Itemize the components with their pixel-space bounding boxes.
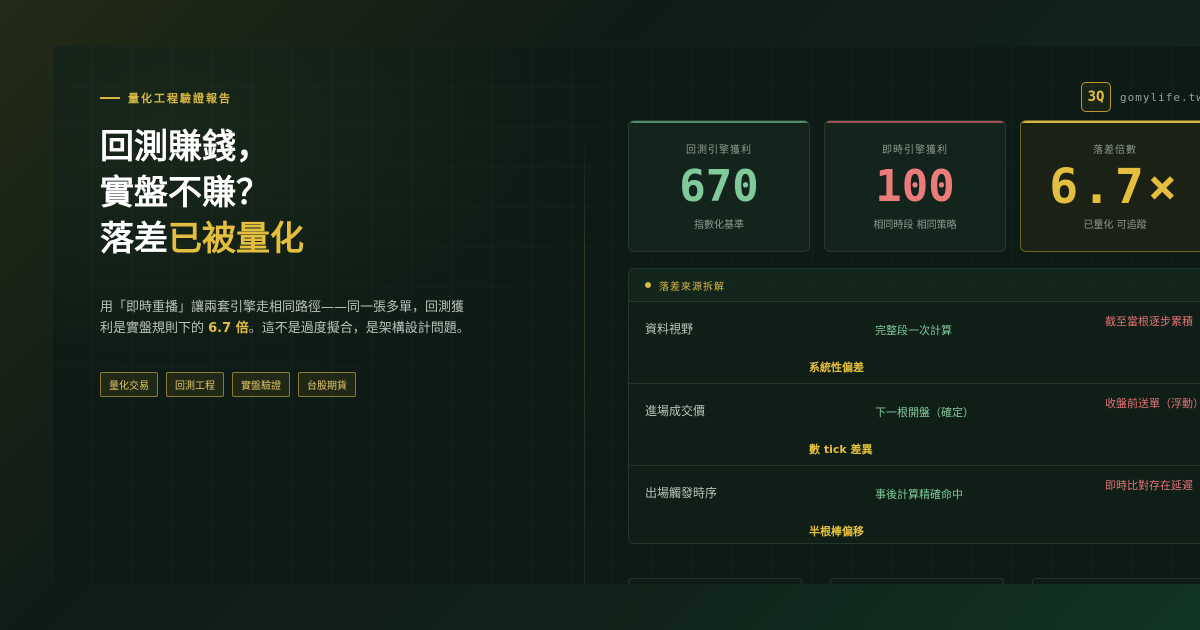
- eyebrow-text: 量化工程驗證報告: [128, 92, 232, 105]
- row-live: 即時比對存在延遲: [1105, 479, 1193, 492]
- stat-value: 670: [679, 161, 759, 212]
- tag-tw-futures: 台股期貨: [298, 372, 356, 397]
- brand-logo: 3Q gomylife.tw: [1081, 82, 1200, 112]
- headline: 回測賺錢， 實盤不賺？ 落差已被量化: [100, 124, 304, 262]
- tag-live-validation: 實盤驗證: [232, 372, 290, 397]
- eyebrow-dash: [100, 97, 120, 99]
- stat-card-backtest: 回測引擎獲利 670 指數化基準: [628, 120, 810, 252]
- row-diff: 半根棒偏移: [809, 525, 864, 538]
- stat-accent-bar: [1021, 121, 1200, 123]
- stat-label: 落差倍數: [1093, 145, 1137, 156]
- row-label: 進場成交價: [645, 404, 706, 418]
- headline-line-3-accent: 已被量化: [168, 219, 304, 259]
- description-part-2: 。這不是過度擬合，是架構設計問題。: [248, 321, 470, 336]
- table-row: 出場觸發時序 事後計算精確命中 即時比對存在延遲 半根棒偏移: [629, 466, 1200, 543]
- breakdown-header: 落差來源拆解: [629, 269, 1200, 302]
- row-diff: 數 tick 差異: [809, 443, 873, 456]
- stat-label: 即時引擎獲利: [882, 145, 948, 156]
- stat-sub: 指數化基準: [694, 220, 744, 231]
- logo-mark: 3Q: [1081, 82, 1111, 112]
- table-row: 資料視野 完整段一次計算 截至當根逐步累積 系統性偏差: [629, 302, 1200, 384]
- stat-value: 100: [875, 161, 955, 212]
- tag-quant-trading: 量化交易: [100, 372, 158, 397]
- tag-list: 量化交易 回測工程 實盤驗證 台股期貨: [100, 372, 356, 397]
- stat-card-live: 即時引擎獲利 100 相同時段 相同策略: [824, 120, 1006, 252]
- row-live: 截至當根逐步累積: [1105, 315, 1193, 328]
- header-dot-icon: [645, 282, 651, 288]
- headline-line-2: 實盤不賺？: [100, 173, 270, 213]
- description: 用「即時重播」讓兩套引擎走相同路徑——同一張多單，回測獲利是實盤規則下的 6.7…: [100, 297, 470, 339]
- stat-accent-bar: [825, 121, 1005, 123]
- partial-card: [628, 578, 802, 584]
- table-row: 進場成交價 下一根開盤（確定） 收盤前送單（浮動） 數 tick 差異: [629, 384, 1200, 466]
- row-live: 收盤前送單（浮動）: [1105, 397, 1200, 410]
- breakdown-title: 落差來源拆解: [659, 281, 725, 293]
- headline-line-1: 回測賺錢，: [100, 127, 270, 167]
- gap-breakdown-table: 落差來源拆解 資料視野 完整段一次計算 截至當根逐步累積 系統性偏差 進場成交價…: [628, 268, 1200, 544]
- stat-label: 回測引擎獲利: [686, 145, 752, 156]
- partial-card: [1032, 578, 1200, 584]
- row-diff: 系統性偏差: [809, 361, 864, 374]
- row-backtest: 下一根開盤（確定）: [875, 406, 974, 419]
- stat-sub: 相同時段 相同策略: [873, 220, 957, 231]
- stat-card-gap-multiple: 落差倍數 6.7× 已量化 可追蹤: [1020, 120, 1200, 252]
- report-card: 量化工程驗證報告 回測賺錢， 實盤不賺？ 落差已被量化 用「即時重播」讓兩套引擎…: [52, 46, 1200, 584]
- headline-line-3-plain: 落差: [100, 219, 168, 259]
- eyebrow: 量化工程驗證報告: [100, 90, 232, 106]
- stat-sub: 已量化 可追蹤: [1083, 220, 1147, 231]
- column-divider: [584, 130, 585, 584]
- description-highlight: 6.7 倍: [208, 321, 249, 336]
- row-label: 出場觸發時序: [645, 486, 718, 500]
- partial-card: [830, 578, 1004, 584]
- row-backtest: 完整段一次計算: [875, 324, 952, 337]
- site-name: gomylife.tw: [1120, 90, 1200, 104]
- stat-value: 6.7×: [1049, 159, 1181, 215]
- stat-accent-bar: [629, 121, 809, 123]
- row-backtest: 事後計算精確命中: [875, 488, 963, 501]
- row-label: 資料視野: [645, 322, 694, 336]
- tag-backtest-engineering: 回測工程: [166, 372, 224, 397]
